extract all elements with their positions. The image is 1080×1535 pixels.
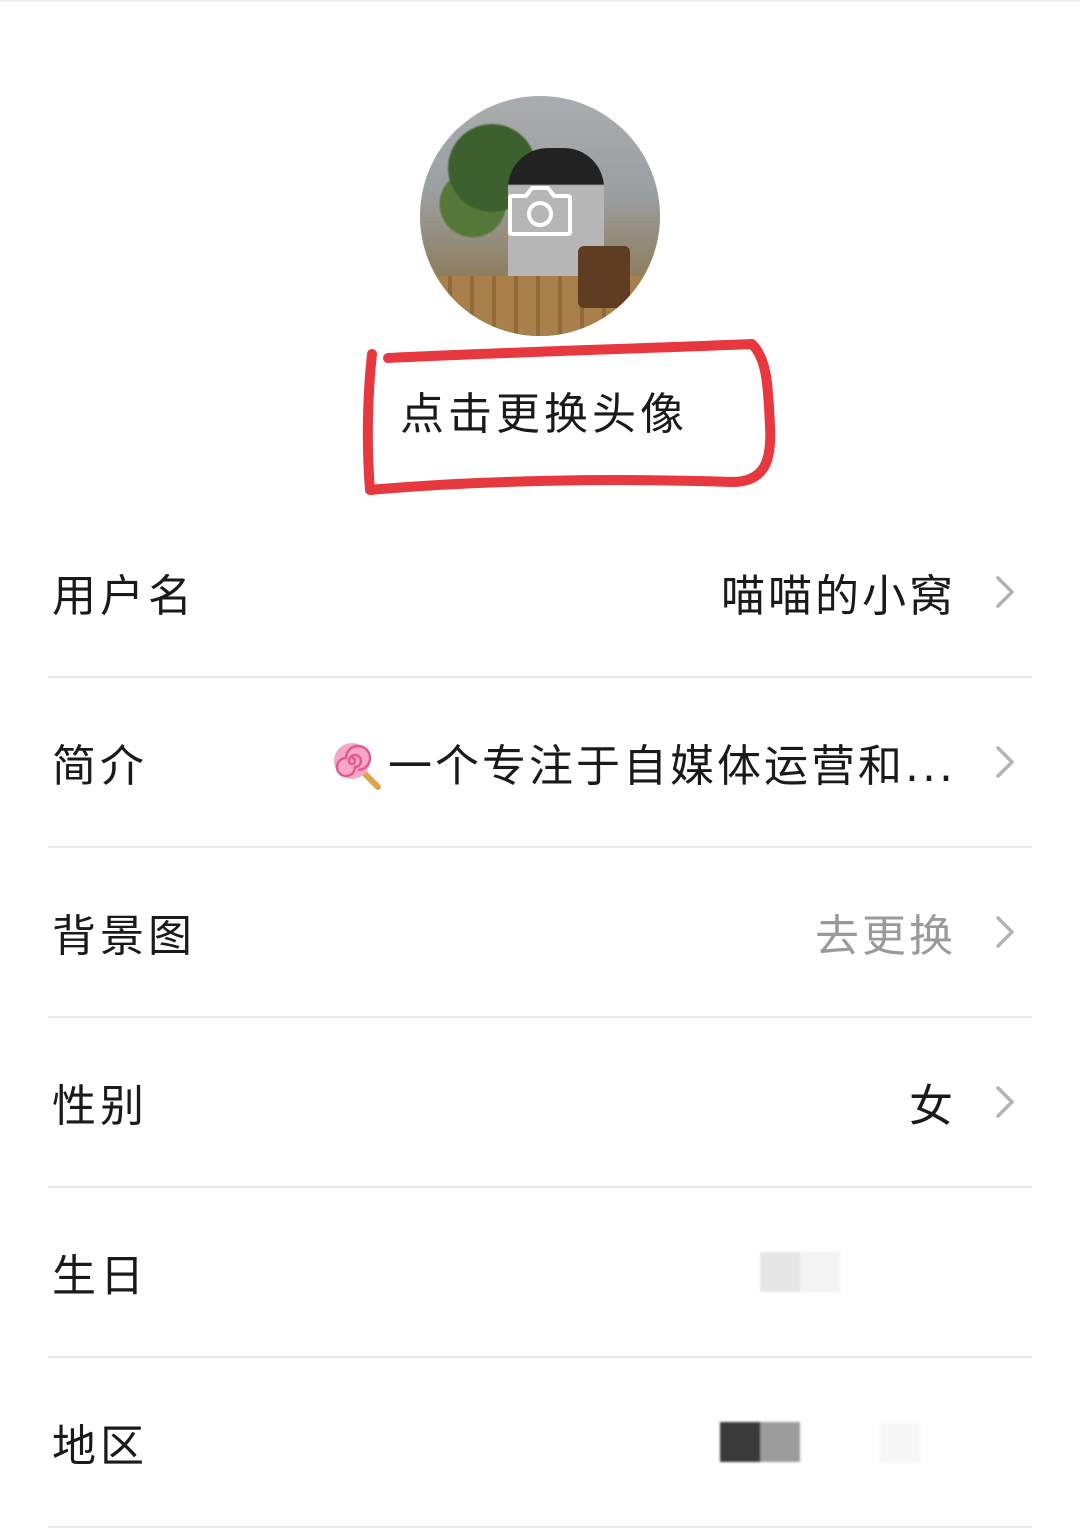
row-gender-label: 性别 [52,1081,148,1132]
avatar[interactable] [420,96,660,336]
chevron-right-icon [996,1086,1014,1118]
row-bio-text: 一个专注于自媒体运营和... [388,741,956,792]
row-background-value: 去更换 [815,911,956,962]
profile-settings-list: 用户名 喵喵的小窝 简介 一个专注于自媒体运营和... 背景图 去更换 性别 女 [0,508,1080,1528]
row-username-label: 用户名 [52,571,196,622]
change-avatar-label[interactable]: 点击更换头像 [400,378,688,442]
row-gender-value: 女 [909,1081,956,1132]
chevron-right-icon [996,916,1014,948]
top-divider [0,0,1080,2]
change-avatar-area[interactable]: 点击更换头像 [360,330,780,510]
row-gender[interactable]: 性别 女 [48,1018,1032,1188]
chevron-right-icon [996,746,1014,778]
chevron-right-icon [996,576,1014,608]
row-username-value: 喵喵的小窝 [721,571,956,622]
row-bio-label: 简介 [52,741,148,792]
row-birthday-label: 生日 [52,1251,148,1302]
row-bio-value: 一个专注于自媒体运营和... [330,730,956,794]
row-region[interactable]: 地区 [48,1358,1032,1528]
row-background-label: 背景图 [52,911,196,962]
lollipop-icon [334,743,382,790]
row-background[interactable]: 背景图 去更换 [48,848,1032,1018]
camera-icon [508,186,572,236]
redacted-birthday [760,1252,840,1292]
row-username[interactable]: 用户名 喵喵的小窝 [48,508,1032,678]
row-bio[interactable]: 简介 一个专注于自媒体运营和... [48,678,1032,848]
row-region-label: 地区 [52,1421,148,1472]
redacted-region [720,1422,800,1462]
row-birthday[interactable]: 生日 [48,1188,1032,1358]
redacted-region-faint [880,1422,920,1462]
